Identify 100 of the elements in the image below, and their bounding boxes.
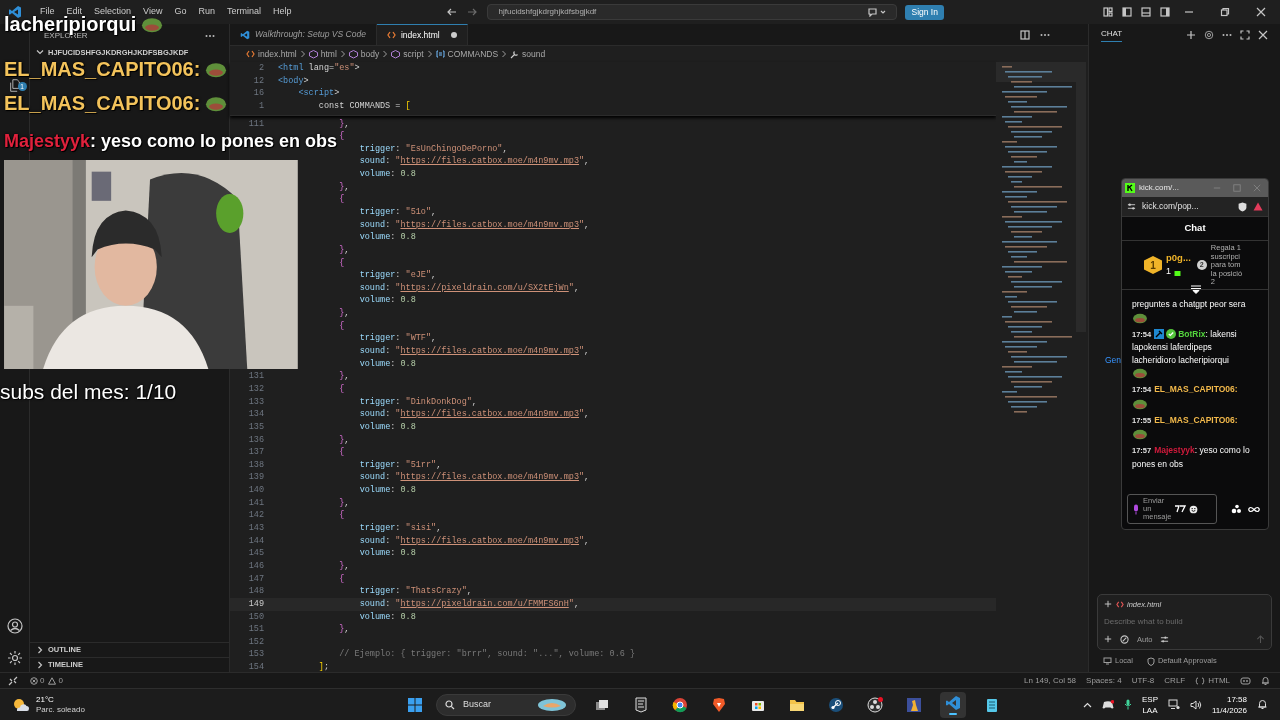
emote-menu-icon[interactable] xyxy=(1174,505,1186,513)
language-status[interactable]: HTML xyxy=(1195,674,1230,687)
code-line: { xyxy=(339,572,345,586)
line-number: 2 xyxy=(257,61,264,75)
code-line: volume: 0.8 xyxy=(359,484,416,497)
infinity-icon[interactable] xyxy=(1248,505,1260,513)
warning-triangle-icon[interactable] xyxy=(1253,202,1263,211)
back-arrow-icon[interactable] xyxy=(447,7,458,17)
secondary-sidebar-icon[interactable] xyxy=(1160,7,1170,17)
editor-tab[interactable]: index.html xyxy=(376,24,468,45)
browser-icon[interactable] xyxy=(671,696,688,713)
breadcrumb-item[interactable]: COMMANDS xyxy=(435,47,499,61)
code-line: { xyxy=(339,382,345,396)
chat-message: preguntes a chatgpt peor sera xyxy=(1132,298,1246,311)
menu-item[interactable]: Terminal xyxy=(220,5,267,19)
sidebar-toggle-icon[interactable] xyxy=(1122,7,1132,17)
files-icon[interactable] xyxy=(8,79,21,92)
sliders-icon[interactable] xyxy=(1160,634,1170,644)
volume-icon[interactable] xyxy=(1190,699,1202,710)
network-icon[interactable] xyxy=(1168,699,1180,710)
plus-icon[interactable] xyxy=(1104,635,1112,644)
shield-icon[interactable] xyxy=(1238,201,1247,212)
code-line: trigger: "51rr", xyxy=(359,458,442,472)
panel-toggle-icon[interactable] xyxy=(1141,7,1151,17)
line-ending-status[interactable]: CRLF xyxy=(1164,674,1186,687)
smiley-icon[interactable] xyxy=(1189,504,1198,514)
sign-in-button[interactable]: Sign In xyxy=(905,4,944,20)
restore-icon[interactable] xyxy=(1220,7,1230,17)
gamepad-chat-icon[interactable] xyxy=(1102,699,1114,710)
line-number: 148 xyxy=(247,585,264,598)
breadcrumb-item[interactable]: body xyxy=(348,47,380,61)
k-logo-icon xyxy=(1125,183,1135,193)
plus-icon[interactable] xyxy=(1186,30,1196,40)
breadcrumb-item[interactable]: sound xyxy=(510,47,546,61)
code-line: { xyxy=(339,446,345,459)
chevron-right-icon xyxy=(426,50,433,58)
notification-bell-icon[interactable] xyxy=(1257,699,1268,710)
encoding-status[interactable]: UTF-8 xyxy=(1131,674,1155,687)
dots-icon[interactable] xyxy=(1231,504,1242,514)
more-icon[interactable] xyxy=(205,34,215,38)
recorder-icon[interactable] xyxy=(866,696,883,713)
search-field[interactable]: Buscar xyxy=(435,693,576,716)
chevron-up-icon[interactable] xyxy=(1083,701,1092,708)
site-settings-icon[interactable] xyxy=(1127,202,1136,211)
code-line: volume: 0.8 xyxy=(359,547,416,561)
code-line: trigger: "DinkDonkDog", xyxy=(359,395,477,409)
chevron-right-icon xyxy=(382,50,389,58)
start-icon[interactable] xyxy=(406,696,423,713)
more-icon[interactable] xyxy=(1040,32,1050,37)
figure-tile-icon[interactable] xyxy=(905,696,922,713)
layout-grid-icon[interactable] xyxy=(1103,7,1113,17)
breadcrumb-item[interactable]: html xyxy=(308,47,337,61)
split-editor-icon[interactable] xyxy=(1020,29,1030,40)
code-line: sound: "https://files.catbox.moe/m4n9mv.mp3", xyxy=(359,408,590,421)
chat-overlay-text: EL_MAS_CAPITO06: xyxy=(4,59,201,79)
error-icon xyxy=(30,676,38,685)
code-line: sound: "https://files.catbox.moe/m4n9mv.mp3", xyxy=(359,345,590,358)
line-number: 16 xyxy=(252,87,264,100)
line-number: 141 xyxy=(247,496,264,510)
count-text: 1 xyxy=(1166,265,1171,279)
code-line: <script> xyxy=(298,87,340,100)
more-icon[interactable] xyxy=(1222,33,1232,37)
chat-sparkle-icon[interactable] xyxy=(868,7,887,17)
breadcrumb-item[interactable]: script xyxy=(391,47,424,61)
command-center[interactable]: hjfucidshfgjkdrghjkdfsbgjkdf xyxy=(487,4,898,20)
menu-item[interactable]: Help xyxy=(266,5,298,19)
chevron-right-icon xyxy=(501,50,508,58)
shield-browser-icon[interactable] xyxy=(710,696,727,713)
maximize-icon[interactable] xyxy=(1240,30,1250,40)
menu-item[interactable]: View xyxy=(137,5,169,19)
line-number: 132 xyxy=(247,382,264,396)
menu-item[interactable]: Go xyxy=(168,5,193,19)
subs-counter: subs del mes: 1/10 xyxy=(0,379,177,405)
chat-tab[interactable]: CHAT xyxy=(1101,28,1123,42)
link-text[interactable]: Gen xyxy=(1105,355,1122,365)
forward-arrow-icon[interactable] xyxy=(467,7,478,17)
remote-icon[interactable] xyxy=(8,675,18,686)
code-editor-icon[interactable] xyxy=(944,694,961,711)
menu-item[interactable]: Run xyxy=(192,5,221,19)
indentation-status[interactable]: Spaces: 4 xyxy=(1086,674,1122,687)
wrench-icon xyxy=(510,49,520,59)
code-line: { xyxy=(339,130,345,143)
cursor-position[interactable]: Ln 149, Col 58 xyxy=(1024,674,1077,687)
problems-status[interactable]: 0 0 xyxy=(30,674,63,687)
account-icon[interactable] xyxy=(6,618,23,634)
chevron-right-icon xyxy=(339,50,346,58)
chevron-down-icon[interactable] xyxy=(36,48,44,56)
close-icon[interactable] xyxy=(1258,30,1268,40)
breadcrumb-item[interactable]: index.html xyxy=(246,47,297,61)
input-language[interactable]: ESP LAA xyxy=(1142,693,1158,716)
microphone-icon[interactable] xyxy=(1124,699,1132,710)
clock[interactable]: 17:58 11/4/2026 xyxy=(1212,693,1247,716)
bell-icon[interactable] xyxy=(1261,675,1270,686)
weather-icon[interactable] xyxy=(12,696,30,713)
code-line: <html lang="es"> xyxy=(278,61,360,75)
plus-icon[interactable] xyxy=(1104,600,1112,609)
collapse-icon[interactable] xyxy=(1190,285,1202,294)
close-icon[interactable] xyxy=(1256,7,1266,17)
copilot-icon[interactable] xyxy=(1240,676,1251,685)
code-line: }, xyxy=(339,180,350,194)
